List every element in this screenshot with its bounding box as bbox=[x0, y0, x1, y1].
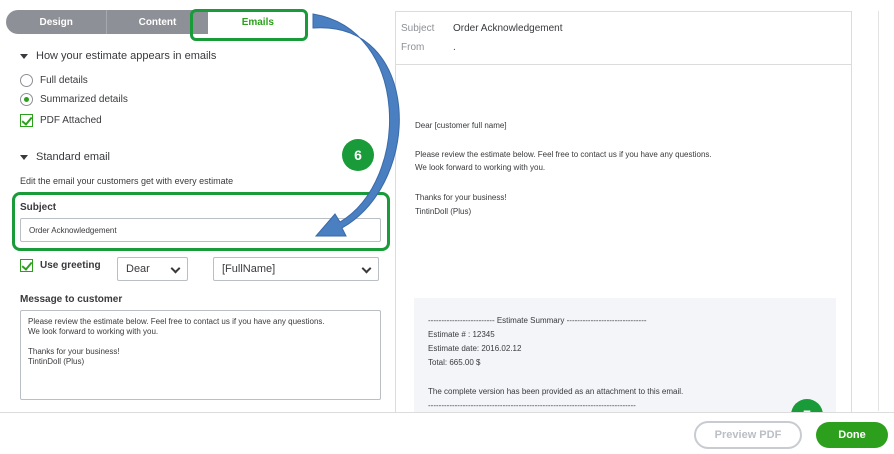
preview-thanks: Thanks for your business! bbox=[415, 193, 507, 202]
radio-button-selected-icon[interactable] bbox=[20, 93, 33, 106]
message-textarea[interactable]: Please review the estimate below. Feel f… bbox=[20, 310, 381, 400]
pdf-attached-label: PDF Attached bbox=[40, 115, 102, 126]
preview-from-row: From . bbox=[401, 42, 456, 53]
greeting-select-value: Dear bbox=[126, 263, 150, 275]
radio-full-details[interactable]: Full details bbox=[20, 74, 88, 87]
chevron-down-icon bbox=[170, 263, 181, 274]
preview-line2: We look forward to working with you. bbox=[415, 163, 546, 172]
radio-summarized-details[interactable]: Summarized details bbox=[20, 93, 128, 106]
pdf-attached-checkbox[interactable]: PDF Attached bbox=[20, 114, 102, 127]
radio-summarized-label: Summarized details bbox=[40, 94, 128, 105]
preview-header: Subject Order Acknowledgement From . bbox=[395, 11, 852, 64]
done-button[interactable]: Done bbox=[816, 422, 888, 448]
preview-subject-key: Subject bbox=[401, 23, 435, 34]
summary-total: Total: 665.00 $ bbox=[428, 358, 481, 367]
preview-line1: Please review the estimate below. Feel f… bbox=[415, 150, 712, 159]
use-greeting-label: Use greeting bbox=[40, 260, 101, 271]
standard-email-section-toggle[interactable]: Standard email bbox=[20, 151, 110, 163]
summary-divider: ----------------------------------------… bbox=[428, 401, 636, 410]
checkbox-checked-icon[interactable] bbox=[20, 259, 33, 272]
appearance-section-toggle[interactable]: How your estimate appears in emails bbox=[20, 50, 216, 62]
standard-email-heading: Standard email bbox=[36, 151, 110, 163]
step-6-badge: 6 bbox=[342, 139, 374, 171]
subject-input[interactable]: Order Acknowledgement bbox=[20, 218, 381, 242]
email-preview: Dear [customer full name] Please review … bbox=[395, 64, 852, 428]
checkbox-checked-icon[interactable] bbox=[20, 114, 33, 127]
radio-button-icon[interactable] bbox=[20, 74, 33, 87]
preview-subject-value: Order Acknowledgement bbox=[453, 23, 563, 34]
appearance-heading: How your estimate appears in emails bbox=[36, 50, 217, 62]
preview-from-key: From bbox=[401, 42, 425, 53]
caret-down-icon bbox=[20, 154, 28, 160]
tab-emails-highlight bbox=[190, 9, 308, 41]
preview-greeting: Dear [customer full name] bbox=[415, 121, 507, 130]
tab-design[interactable]: Design bbox=[6, 10, 107, 34]
summary-estimate-date: Estimate date: 2016.02.12 bbox=[428, 344, 522, 353]
caret-down-icon bbox=[20, 53, 28, 59]
preview-pdf-button[interactable]: Preview PDF bbox=[694, 421, 802, 449]
use-greeting-checkbox[interactable]: Use greeting bbox=[20, 259, 101, 272]
name-select[interactable]: [FullName] bbox=[213, 257, 379, 281]
estimate-summary: ------------------------- Estimate Summa… bbox=[414, 298, 836, 428]
preview-signature: TintinDoll (Plus) bbox=[415, 207, 472, 216]
summary-title: ------------------------- Estimate Summa… bbox=[428, 316, 647, 325]
preview-subject-row: Subject Order Acknowledgement bbox=[401, 23, 563, 34]
summary-attachment-note: The complete version has been provided a… bbox=[428, 387, 684, 396]
name-select-value: [FullName] bbox=[222, 263, 276, 275]
summary-estimate-number: Estimate # : 12345 bbox=[428, 330, 495, 339]
subject-label: Subject bbox=[20, 202, 57, 213]
greeting-select[interactable]: Dear bbox=[117, 257, 188, 281]
message-label: Message to customer bbox=[20, 294, 123, 305]
preview-from-value: . bbox=[453, 42, 456, 53]
standard-email-hint: Edit the email your customers get with e… bbox=[20, 176, 234, 186]
preview-scrollbar[interactable] bbox=[878, 11, 890, 411]
chevron-down-icon bbox=[361, 263, 372, 274]
radio-full-details-label: Full details bbox=[40, 75, 88, 86]
